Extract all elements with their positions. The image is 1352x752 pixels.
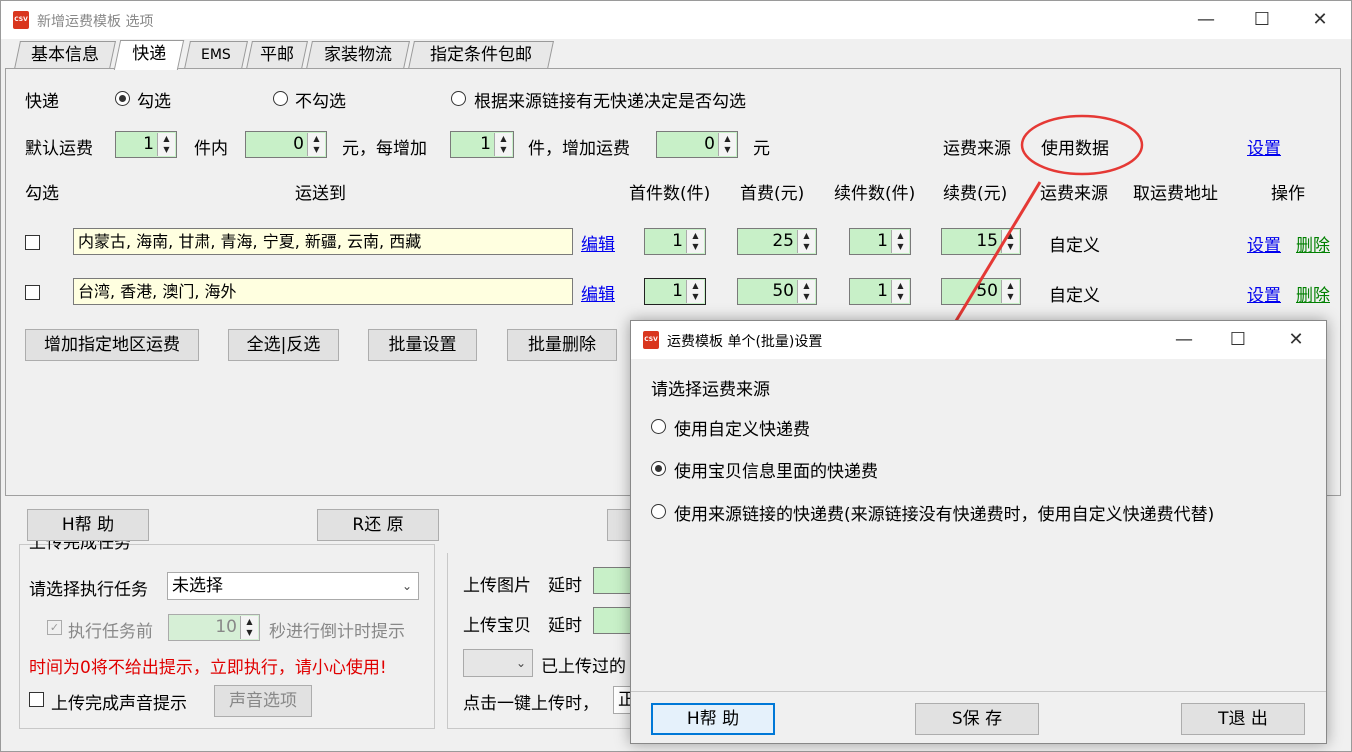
radio-custom-fee[interactable] bbox=[651, 419, 666, 434]
dialog-exit-button[interactable]: T退 出 bbox=[1181, 703, 1305, 735]
dialog-save-button[interactable]: S保 存 bbox=[915, 703, 1039, 735]
highlight-ellipse bbox=[1020, 114, 1144, 176]
dialog-maximize-button[interactable]: ☐ bbox=[1215, 325, 1261, 355]
dialog-close-button[interactable]: ✕ bbox=[1273, 325, 1319, 355]
radio-source-fee[interactable] bbox=[651, 504, 666, 519]
dialog-app-icon: CSV bbox=[643, 331, 659, 349]
tab-express[interactable]: 快递 bbox=[113, 40, 185, 70]
dialog-help-button[interactable]: H帮 助 bbox=[651, 703, 775, 735]
tab-label: 快递 bbox=[132, 44, 167, 64]
dialog-title: 运费模板 单个(批量)设置 bbox=[667, 334, 823, 350]
radio-item-fee[interactable] bbox=[651, 461, 666, 476]
source-prompt: 请选择运费来源 bbox=[651, 380, 770, 400]
radio-custom-fee-label: 使用自定义快递费 bbox=[674, 420, 810, 440]
dialog-minimize-button[interactable]: — bbox=[1161, 325, 1207, 355]
radio-item-fee-label: 使用宝贝信息里面的快递费 bbox=[674, 462, 878, 482]
fee-template-dialog: CSV 运费模板 单个(批量)设置 — ☐ ✕ 请选择运费来源 使用自定义快递费… bbox=[630, 320, 1327, 744]
dialog-title-bar: CSV 运费模板 单个(批量)设置 — ☐ ✕ bbox=[631, 321, 1326, 359]
radio-source-fee-label: 使用来源链接的快递费(来源链接没有快递费时，使用自定义快递费代替) bbox=[674, 505, 1215, 525]
dialog-divider bbox=[631, 691, 1326, 692]
